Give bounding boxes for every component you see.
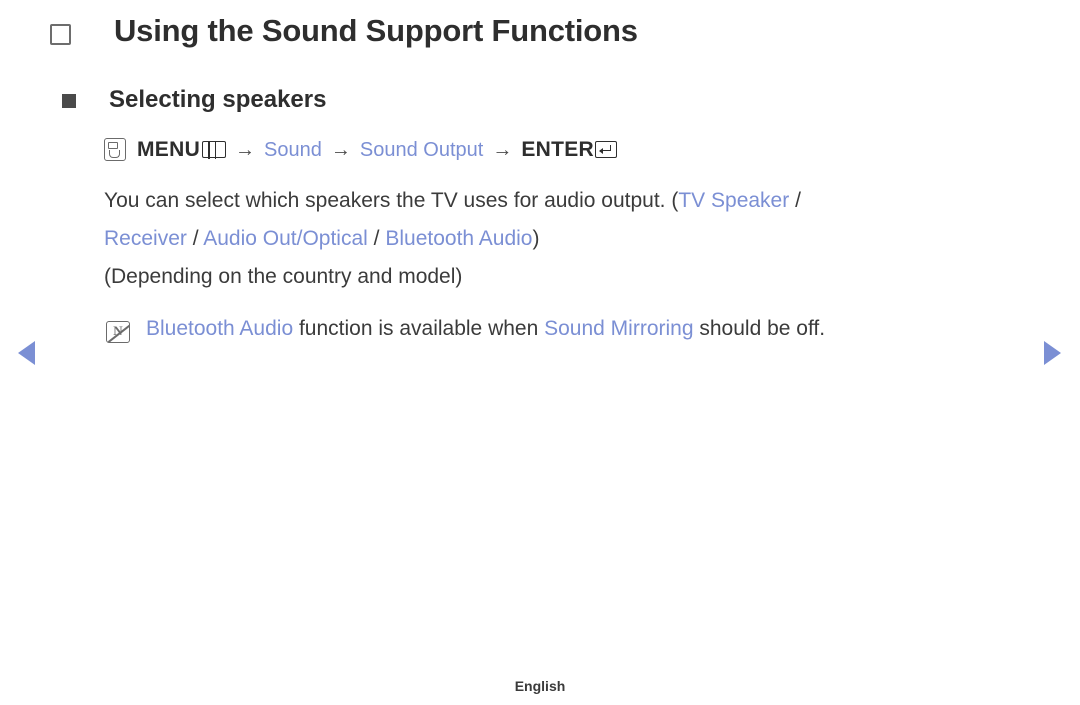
section-subtitle-row: Selecting speakers (62, 84, 326, 116)
menu-bars-icon (202, 140, 227, 160)
menu-label: MENU (137, 138, 201, 161)
note-text-part4: should be off. (693, 316, 826, 340)
remote-menu-button-icon (104, 138, 126, 162)
outline-square-bullet-icon (50, 24, 71, 45)
note-text-part2: function is available when (293, 316, 545, 340)
enter-key-icon (595, 141, 617, 159)
body-content: MENU → Sound → Sound Output → ENTER You … (104, 133, 1034, 344)
note-term-bluetooth-audio: Bluetooth Audio (146, 316, 294, 340)
section-subtitle: Selecting speakers (109, 86, 327, 113)
note-term-sound-mirroring: Sound Mirroring (544, 316, 694, 340)
description-paragraph-2: Receiver / Audio Out/Optical / Bluetooth… (104, 222, 1034, 256)
page-title: Using the Sound Support Functions (114, 13, 638, 48)
enter-label: ENTER (521, 138, 594, 161)
option-receiver: Receiver (104, 226, 187, 250)
path-arrow-1: → (235, 138, 256, 161)
separator-2: / (186, 226, 204, 250)
path-arrow-2: → (330, 138, 351, 161)
path-arrow-3: → (492, 138, 513, 161)
option-bluetooth-audio: Bluetooth Audio (385, 226, 533, 250)
closing-paren: ) (532, 226, 540, 250)
path-step-sound-output: Sound Output (359, 138, 484, 161)
menu-path-line: MENU → Sound → Sound Output → ENTER (104, 133, 1034, 167)
note-icon: N (106, 320, 130, 343)
separator-1: / (789, 188, 801, 212)
option-tv-speaker: TV Speaker (678, 188, 790, 212)
next-page-arrow[interactable] (1044, 341, 1061, 365)
path-step-sound: Sound (264, 138, 322, 161)
description-text-a: You can select which speakers the TV use… (104, 188, 679, 212)
separator-3: / (367, 226, 386, 250)
previous-page-arrow[interactable] (18, 341, 35, 365)
page-container: Using the Sound Support Functions Select… (0, 0, 1080, 705)
filled-square-bullet-icon (62, 94, 76, 108)
footer-language-label: English (514, 678, 566, 694)
note-text: Bluetooth Audio function is available wh… (146, 314, 825, 344)
description-paragraph-3: (Depending on the country and model) (104, 264, 463, 288)
description-paragraph-1: You can select which speakers the TV use… (104, 184, 1034, 218)
note-row: N Bluetooth Audio function is available … (106, 314, 1034, 344)
option-audio-out-optical: Audio Out/Optical (203, 226, 368, 250)
page-title-row: Using the Sound Support Functions (50, 10, 638, 52)
